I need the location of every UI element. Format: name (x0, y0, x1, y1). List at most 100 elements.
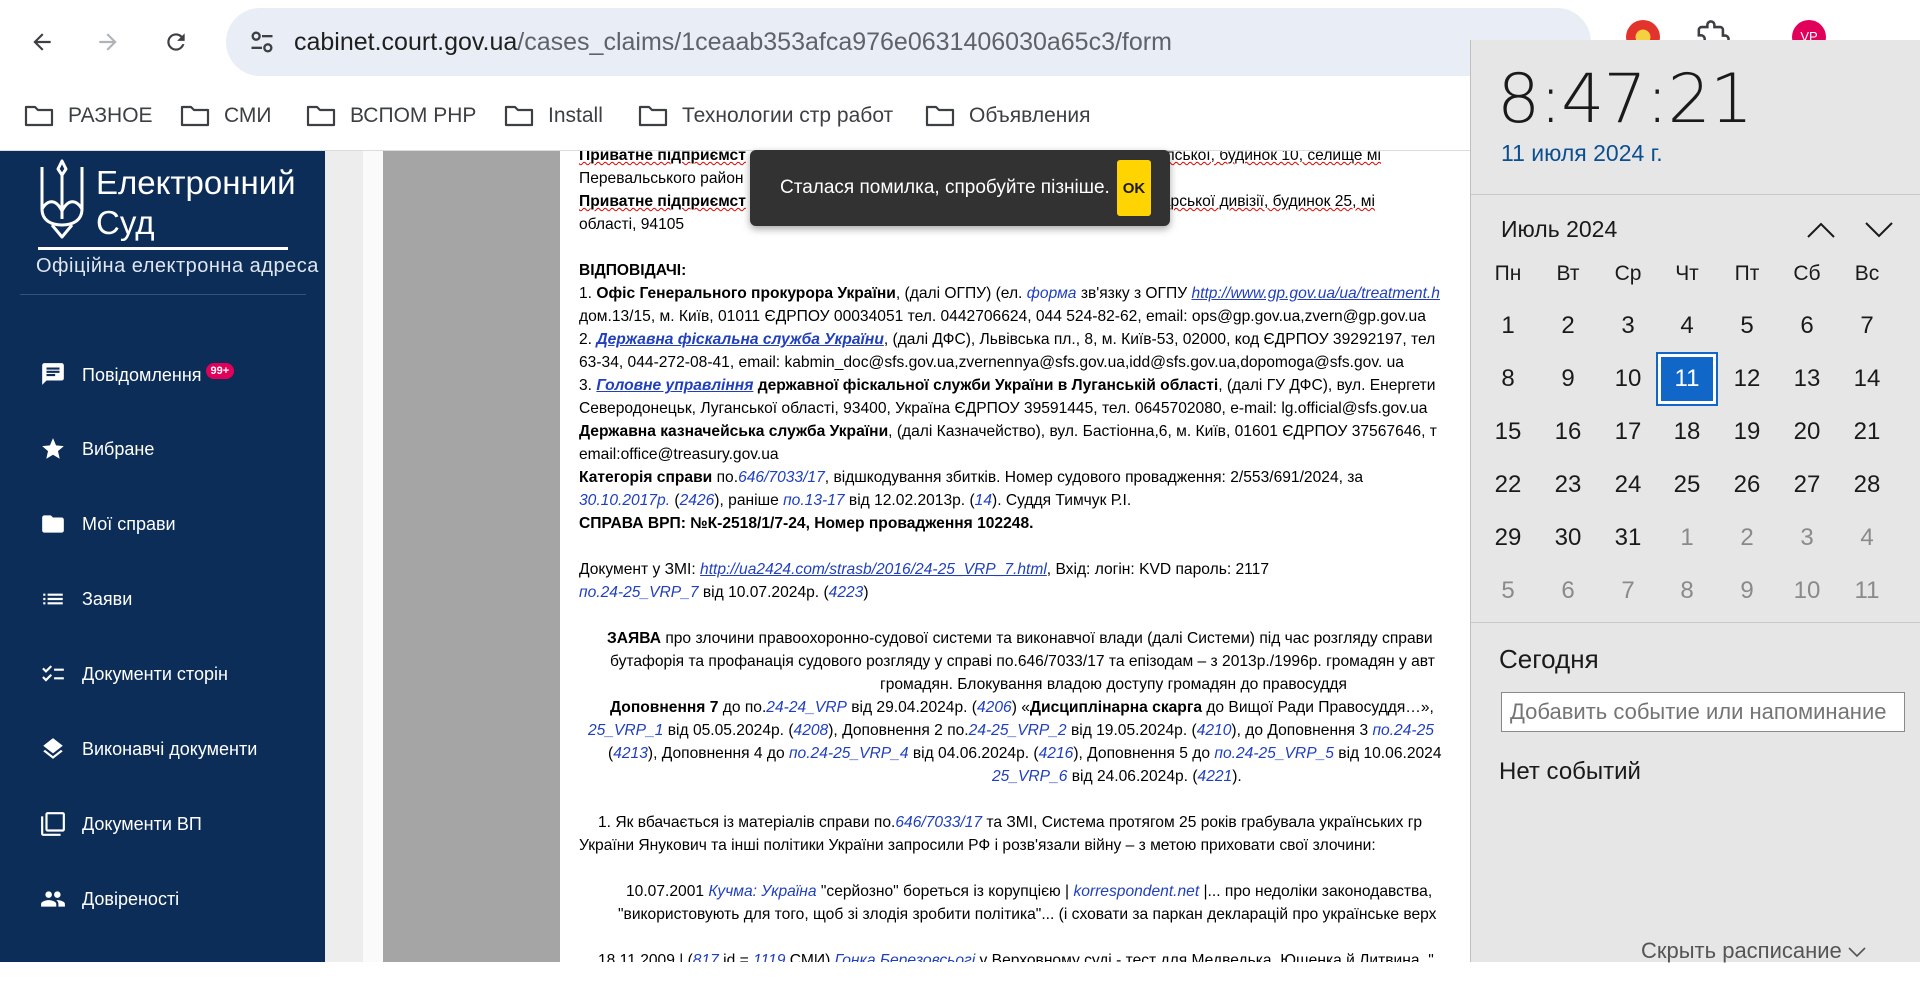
sidebar-item-trash[interactable]: Кошик (0, 944, 325, 1004)
calendar-day[interactable]: 6 (1538, 565, 1598, 617)
calendar-day[interactable]: 28 (1837, 459, 1897, 511)
calendar-day[interactable]: 14 (1837, 353, 1897, 405)
calendar-day[interactable]: 8 (1478, 353, 1538, 405)
calendar-day[interactable]: 24 (1598, 459, 1658, 511)
calendar-day[interactable]: 9 (1717, 565, 1777, 617)
sidebar-item-party-documents[interactable]: Документи сторін (0, 644, 325, 704)
doc-link[interactable]: Державна фіскальна служба України (596, 331, 884, 348)
doc-link[interactable]: 14 (975, 492, 992, 509)
doc-link[interactable]: 646/7033/17 (895, 814, 982, 831)
doc-link[interactable]: 25_VRP_6 (992, 768, 1067, 785)
calendar-day[interactable]: 25 (1657, 459, 1717, 511)
calendar-day[interactable]: 29 (1478, 512, 1538, 564)
site-settings-icon[interactable] (248, 28, 276, 56)
calendar-day[interactable]: 27 (1777, 459, 1837, 511)
sidebar-item-notifications[interactable]: Повідомлення 99+ (0, 344, 325, 404)
doc-link[interactable]: http://www.gp.gov.ua/ua/treatment.h (1191, 285, 1440, 302)
calendar-day[interactable]: 13 (1777, 353, 1837, 405)
doc-link[interactable]: 4223 (829, 584, 864, 601)
doc-link[interactable]: 2426 (680, 492, 715, 509)
calendar-day[interactable]: 21 (1837, 406, 1897, 458)
doc-link[interactable]: korrespondent.net (1073, 883, 1199, 900)
calendar-day[interactable]: 5 (1717, 300, 1777, 352)
calendar-day[interactable]: 3 (1598, 300, 1658, 352)
add-event-input[interactable] (1501, 692, 1905, 732)
bookmark-folder[interactable]: РАЗНОЕ (24, 98, 153, 134)
calendar-day[interactable]: 9 (1538, 353, 1598, 405)
previous-month-button[interactable] (1803, 212, 1839, 248)
doc-link[interactable]: 817 (693, 952, 719, 962)
doc-link[interactable]: 24-24_VRP (766, 699, 847, 716)
calendar-day-today[interactable]: 11 (1656, 352, 1718, 406)
doc-link[interactable]: 1119 (753, 952, 785, 962)
doc-link[interactable]: Гонка Березовсьогі (835, 952, 976, 962)
doc-link[interactable]: 4210 (1197, 722, 1232, 739)
calendar-day[interactable]: 16 (1538, 406, 1598, 458)
calendar-day[interactable]: 5 (1478, 565, 1538, 617)
calendar-day[interactable]: 23 (1538, 459, 1598, 511)
calendar-day[interactable]: 8 (1657, 565, 1717, 617)
calendar-day[interactable]: 20 (1777, 406, 1837, 458)
calendar-day[interactable]: 4 (1837, 512, 1897, 564)
doc-link[interactable]: по.24-25_VRP_5 (1214, 745, 1334, 762)
calendar-day[interactable]: 2 (1717, 512, 1777, 564)
calendar-day[interactable]: 30 (1538, 512, 1598, 564)
calendar-day[interactable]: 1 (1657, 512, 1717, 564)
calendar-day[interactable]: 22 (1478, 459, 1538, 511)
doc-link[interactable]: Головне управління (596, 377, 753, 394)
doc-link[interactable]: форма (1027, 285, 1077, 302)
doc-link[interactable]: 25_VRP_1 (588, 722, 663, 739)
sidebar-item-vp-documents[interactable]: Документи ВП (0, 794, 325, 854)
sidebar-item-my-cases[interactable]: Мої справи (0, 494, 325, 554)
bookmark-folder[interactable]: СМИ (180, 98, 272, 134)
doc-link[interactable]: 4216 (1039, 745, 1074, 762)
toast-ok-button[interactable]: OK (1117, 160, 1151, 216)
doc-link[interactable]: по.24-25_VRP_7 (579, 584, 699, 601)
doc-link[interactable]: 30.10.2017р. (579, 492, 670, 509)
doc-link[interactable]: http://ua2424.com/strasb/2016/24-25_VRP_… (700, 561, 1047, 578)
forward-button[interactable] (86, 20, 130, 64)
bookmark-folder[interactable]: Install (504, 98, 603, 134)
doc-link[interactable]: 4221 (1198, 768, 1233, 785)
doc-link[interactable]: Кучма: Україна (708, 883, 816, 900)
calendar-day[interactable]: 12 (1717, 353, 1777, 405)
bookmark-folder[interactable]: ВСПОМ РНР (306, 98, 476, 134)
doc-link[interactable]: 4208 (794, 722, 829, 739)
doc-link[interactable]: по.24-25_VRP_4 (789, 745, 909, 762)
sidebar-item-executive-documents[interactable]: Виконавчі документи (0, 719, 325, 779)
bookmark-folder[interactable]: Объявления (925, 98, 1090, 134)
calendar-day[interactable]: 17 (1598, 406, 1658, 458)
back-button[interactable] (20, 20, 64, 64)
calendar-day[interactable]: 7 (1837, 300, 1897, 352)
month-label[interactable]: Июль 2024 (1501, 216, 1617, 243)
calendar-day[interactable]: 15 (1478, 406, 1538, 458)
doc-link[interactable]: по.24-25 (1372, 722, 1433, 739)
next-month-button[interactable] (1861, 212, 1897, 248)
calendar-day[interactable]: 2 (1538, 300, 1598, 352)
calendar-day[interactable]: 10 (1598, 353, 1658, 405)
calendar-day[interactable]: 10 (1777, 565, 1837, 617)
doc-link[interactable]: по.13-17 (783, 492, 844, 509)
calendar-day[interactable]: 6 (1777, 300, 1837, 352)
calendar-day[interactable]: 7 (1598, 565, 1658, 617)
calendar-day[interactable]: 4 (1657, 300, 1717, 352)
bookmark-folder[interactable]: Технологии стр работ (638, 98, 893, 134)
current-date-link[interactable]: 11 июля 2024 г. (1501, 140, 1663, 167)
calendar-day[interactable]: 31 (1598, 512, 1658, 564)
calendar-day[interactable]: 18 (1657, 406, 1717, 458)
reload-button[interactable] (154, 20, 198, 64)
sidebar-item-claims[interactable]: Заяви (0, 569, 325, 629)
hide-schedule-button[interactable]: Скрыть расписание (1641, 938, 1866, 964)
sidebar-item-favorites[interactable]: Вибране (0, 419, 325, 479)
sidebar-item-powers-of-attorney[interactable]: Довіреності (0, 869, 325, 929)
calendar-day[interactable]: 3 (1777, 512, 1837, 564)
doc-link[interactable]: 4213 (613, 745, 648, 762)
address-bar[interactable]: cabinet.court.gov.ua/cases_claims/1ceaab… (226, 8, 1591, 76)
calendar-day[interactable]: 26 (1717, 459, 1777, 511)
calendar-day[interactable]: 11 (1837, 565, 1897, 617)
doc-link[interactable]: 4206 (977, 699, 1012, 716)
calendar-day[interactable]: 1 (1478, 300, 1538, 352)
doc-link[interactable]: 646/7033/17 (738, 469, 825, 486)
calendar-day[interactable]: 19 (1717, 406, 1777, 458)
doc-link[interactable]: 24-25_VRP_2 (969, 722, 1067, 739)
